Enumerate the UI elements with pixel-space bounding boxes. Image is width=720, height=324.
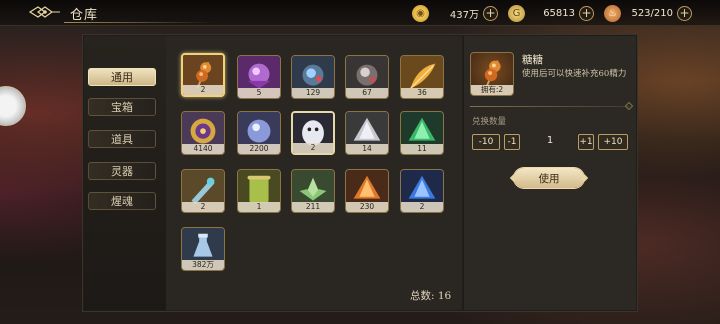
- item-description: 使用后可以快速补充60精力: [522, 69, 627, 79]
- minus-1-button[interactable]: -1: [504, 134, 520, 150]
- stamina-drumstick-icon: ♨: [604, 4, 621, 22]
- add-gold-button[interactable]: +: [483, 5, 498, 21]
- use-button[interactable]: 使用: [514, 168, 584, 188]
- item-slot[interactable]: 2: [291, 111, 335, 155]
- total-count: 总数: 16: [410, 290, 452, 302]
- silver-coin-icon: G: [508, 4, 525, 22]
- tab-props[interactable]: 道具: [88, 130, 156, 148]
- item-count: 2200: [238, 144, 280, 154]
- tab-chests[interactable]: 宝箱: [88, 98, 156, 116]
- item-count: 2: [401, 202, 443, 212]
- item-slot[interactable]: 36: [400, 55, 444, 99]
- item-count: 230: [346, 202, 388, 212]
- item-slot[interactable]: 2: [400, 169, 444, 213]
- item-count: 11: [401, 144, 443, 154]
- tab-souls[interactable]: 煋魂: [88, 192, 156, 210]
- item-count: 67: [346, 88, 388, 98]
- gold-value: 437万: [449, 9, 479, 21]
- add-silver-button[interactable]: +: [579, 5, 594, 21]
- item-slot[interactable]: 2200: [237, 111, 281, 155]
- item-slot[interactable]: 211: [291, 169, 335, 213]
- tab-label: 煋魂: [111, 195, 133, 208]
- item-slot[interactable]: 11: [400, 111, 444, 155]
- category-sidebar: 通用 宝箱 道具 灵器 煋魂: [84, 36, 166, 310]
- item-slot[interactable]: 4140: [181, 111, 225, 155]
- item-count: 2: [293, 143, 333, 153]
- stamina-value: 523/210: [631, 7, 673, 19]
- top-bar: 仓库 ◉ 437万 + G 65813 + ♨ 523/210 +: [0, 0, 720, 26]
- minus-10-button[interactable]: -10: [472, 134, 500, 150]
- owned-count: 拥有:2: [471, 85, 513, 95]
- tab-general[interactable]: 通用: [88, 68, 156, 86]
- quantity-label: 兑换数量: [472, 117, 507, 127]
- item-slot[interactable]: 2: [181, 169, 225, 213]
- item-count: 382万: [182, 260, 224, 270]
- item-slot[interactable]: 230: [345, 169, 389, 213]
- item-slot[interactable]: 5: [237, 55, 281, 99]
- item-count: 129: [292, 88, 334, 98]
- item-name: 糖糖: [522, 54, 543, 66]
- resource-gold: ◉ 437万 +: [412, 4, 498, 22]
- item-slot[interactable]: 14: [345, 111, 389, 155]
- tab-label: 宝箱: [111, 101, 133, 114]
- tab-label: 道具: [111, 133, 133, 146]
- title-underline: [64, 22, 214, 23]
- warehouse-emblem-icon[interactable]: [28, 4, 62, 20]
- item-count: 1: [238, 202, 280, 212]
- page-title: 仓库: [70, 8, 99, 23]
- tab-spirit-weapons[interactable]: 灵器: [88, 162, 156, 180]
- item-slot[interactable]: 382万: [181, 227, 225, 271]
- item-count: 2: [183, 85, 223, 95]
- quantity-value[interactable]: 1: [543, 135, 557, 146]
- item-count: 2: [182, 202, 224, 212]
- silver-value: 65813: [543, 7, 575, 19]
- plus-10-button[interactable]: +10: [598, 134, 628, 150]
- selected-item-icon: 拥有:2: [470, 52, 514, 96]
- item-slot[interactable]: 2: [181, 53, 225, 97]
- gold-coin-icon: ◉: [412, 4, 429, 22]
- item-count: 4140: [182, 144, 224, 154]
- item-slot[interactable]: 129: [291, 55, 335, 99]
- tab-label: 灵器: [111, 165, 133, 178]
- item-slot[interactable]: 1: [237, 169, 281, 213]
- resource-silver: G 65813 +: [508, 4, 594, 22]
- tab-label: 通用: [111, 71, 133, 84]
- item-count: 36: [401, 88, 443, 98]
- item-slot[interactable]: 67: [345, 55, 389, 99]
- item-count: 211: [292, 202, 334, 212]
- divider: [470, 106, 630, 107]
- item-count: 14: [346, 144, 388, 154]
- item-count: 5: [238, 88, 280, 98]
- add-stamina-button[interactable]: +: [677, 5, 692, 21]
- resource-stamina: ♨ 523/210 +: [604, 4, 692, 22]
- plus-1-button[interactable]: +1: [578, 134, 594, 150]
